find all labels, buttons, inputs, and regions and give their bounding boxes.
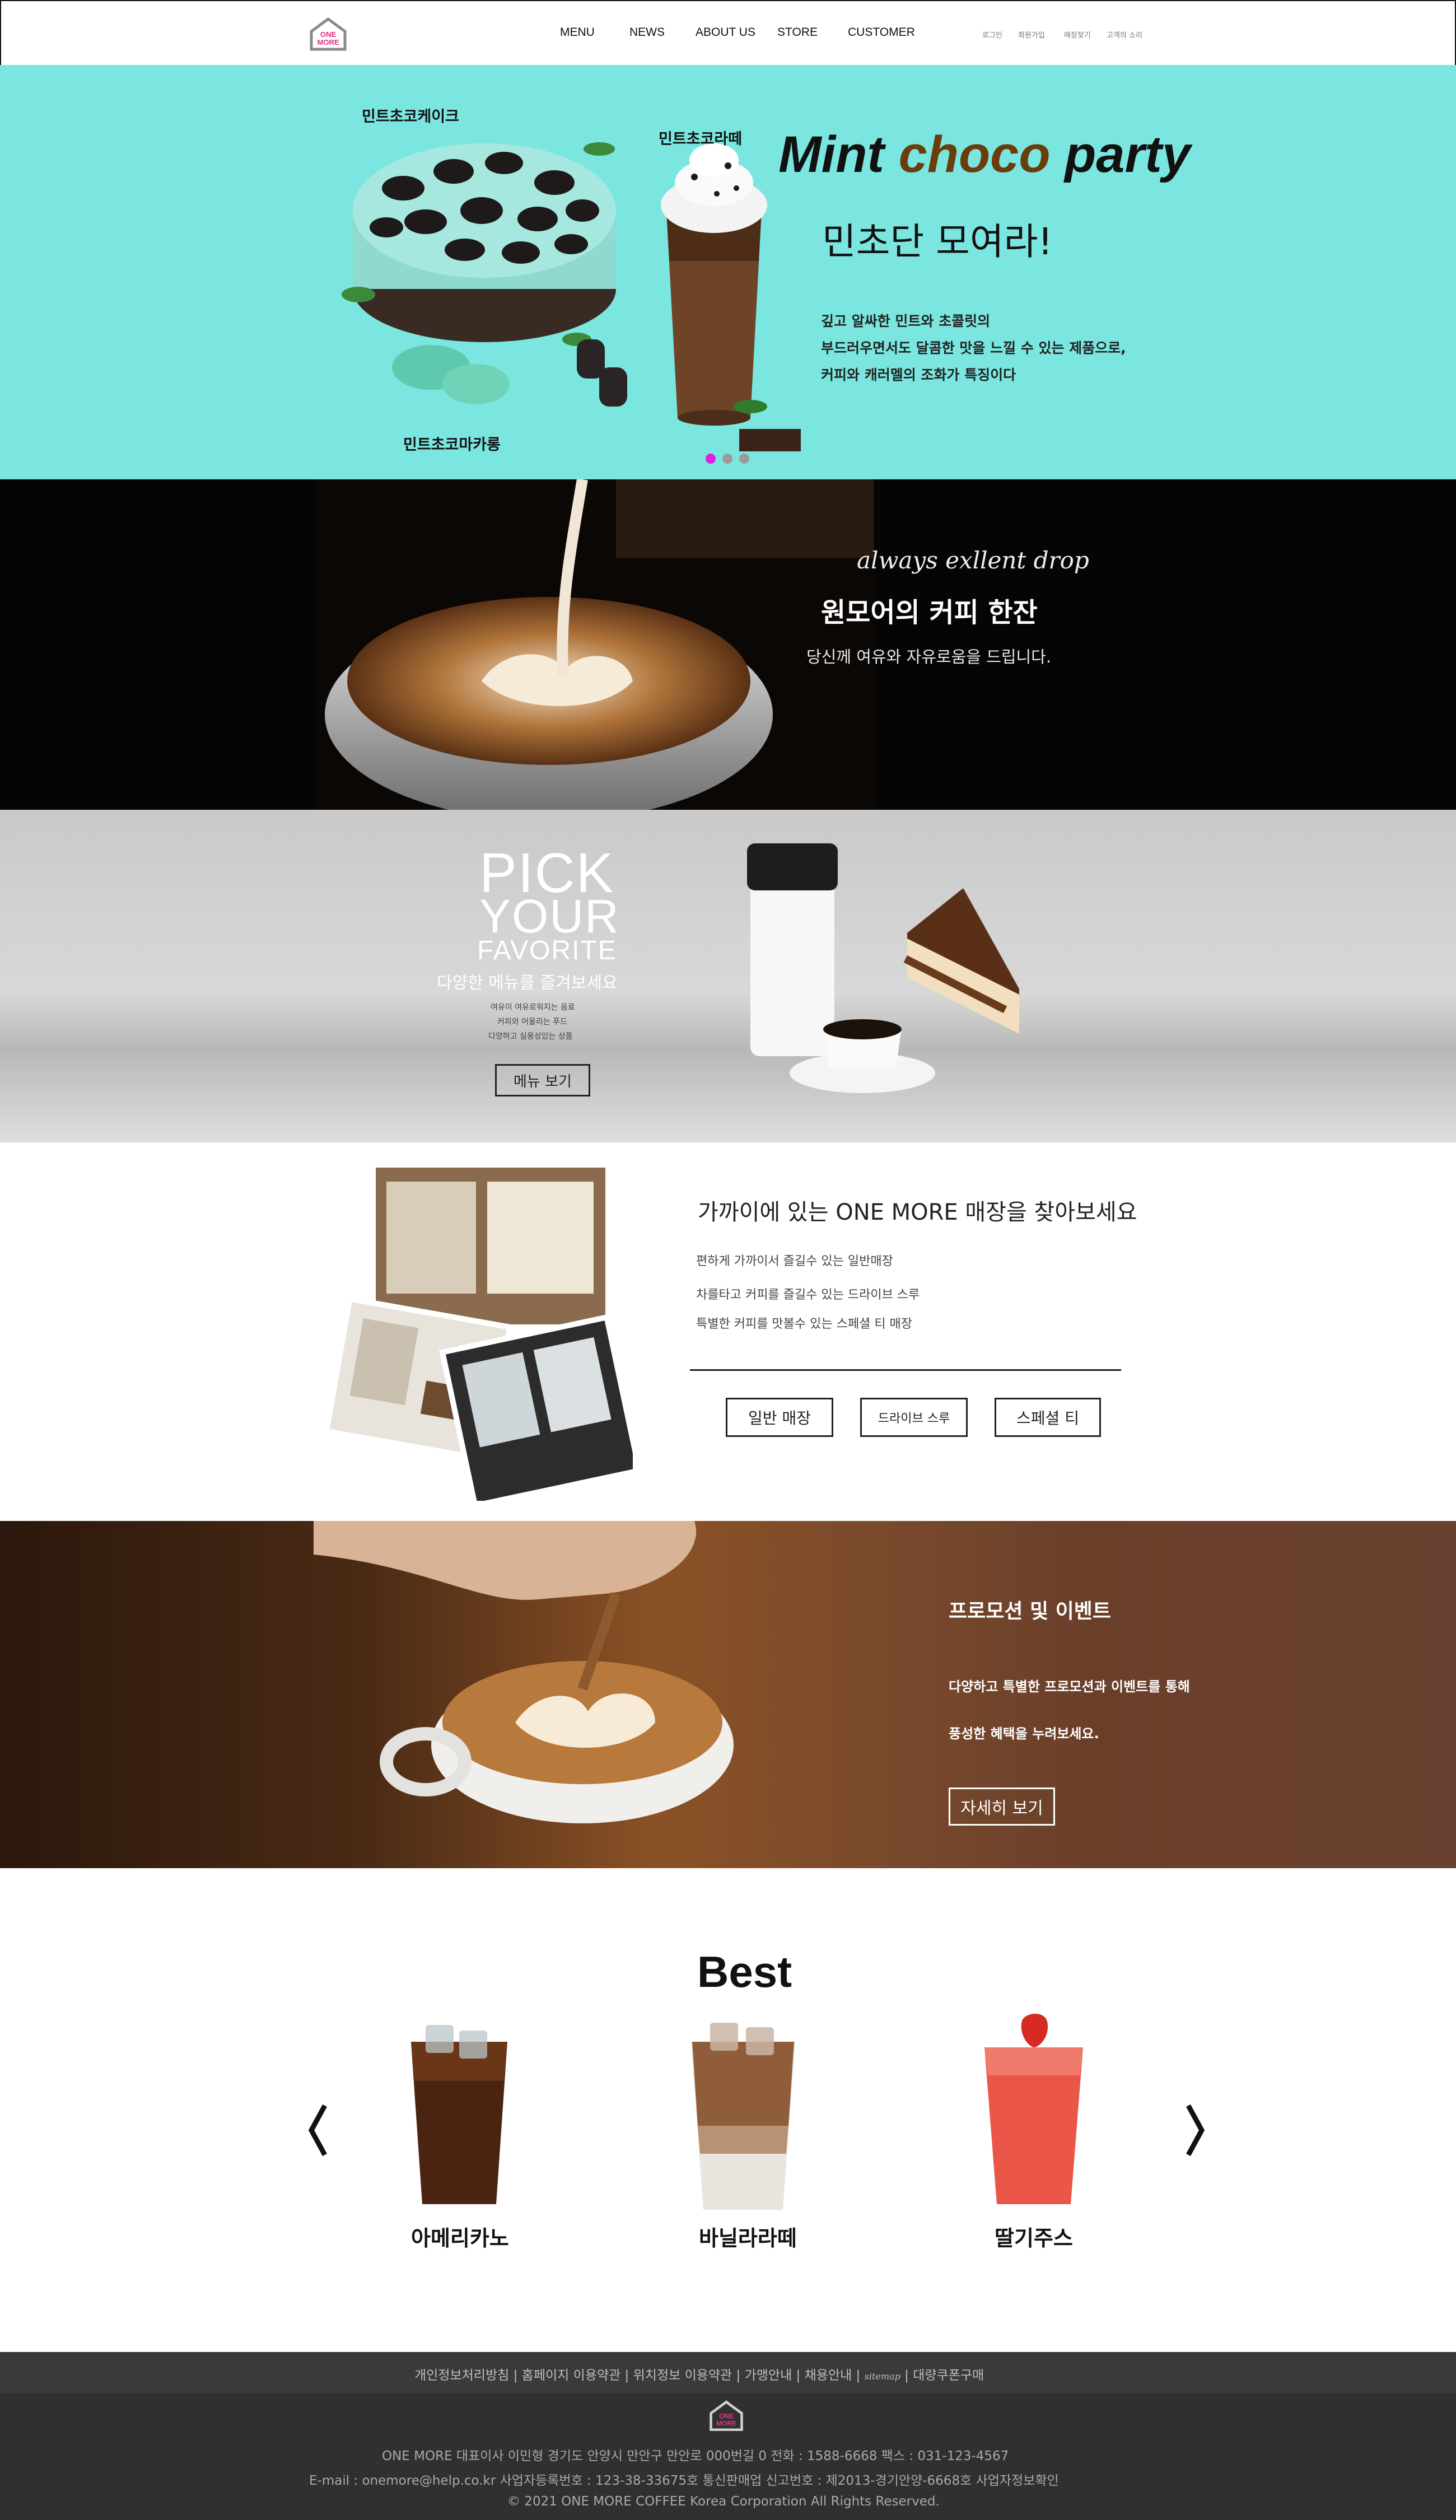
slide-dot-1[interactable] bbox=[706, 454, 716, 464]
pick-small-line-2: 커피와 어울리는 푸드 bbox=[497, 1018, 567, 1026]
pick-favorite-section: PICK YOUR FAVORITE 다양한 메뉴를 즐겨보세요 여유이 여유로… bbox=[0, 810, 1456, 1142]
americano-image[interactable] bbox=[403, 2019, 515, 2210]
promotion-text-line-2: 풍성한 혜택을 누려보세요. bbox=[949, 1726, 1099, 1742]
util-customer-voice[interactable]: 고객의 소리 bbox=[1107, 29, 1142, 40]
slide-dot-2[interactable] bbox=[722, 454, 732, 464]
footer-link-sitemap[interactable]: sitemap bbox=[865, 2371, 900, 2382]
label-mint-choco-cake: 민트초코케이크 bbox=[362, 108, 459, 125]
best-item-americano[interactable]: 아메리카노 bbox=[411, 2221, 509, 2252]
vanilla-latte-image[interactable] bbox=[684, 2019, 802, 2215]
nav-news[interactable]: NEWS bbox=[629, 26, 665, 39]
latte-art-image bbox=[314, 1521, 734, 1823]
pick-small-line-3: 다양하고 실용성있는 상품 bbox=[488, 1032, 573, 1041]
store-title: 가까이에 있는 ONE MORE 매장을 찾아보세요 bbox=[698, 1200, 1137, 1225]
hero-title-word-choco: choco bbox=[898, 126, 1051, 183]
promotion-title: 프로모션 및 이벤트 bbox=[949, 1600, 1112, 1623]
hero-text-line-2: 부드러우면서도 달콤한 맛을 느낄 수 있는 제품으로, bbox=[821, 340, 1126, 356]
label-mint-choco-macaron: 민트초코마카롱 bbox=[403, 436, 501, 454]
coffee-banner-script: always exllent drop bbox=[857, 547, 1089, 574]
util-login[interactable]: 로그인 bbox=[982, 29, 1002, 40]
store-line-general: 편하게 가까이서 즐길수 있는 일반매장 bbox=[696, 1254, 893, 1268]
footer-link-careers[interactable]: 채용안내 bbox=[805, 2368, 852, 2383]
chevron-right-icon[interactable] bbox=[1184, 2102, 1206, 2158]
best-item-vanilla-latte[interactable]: 바닐라라떼 bbox=[699, 2221, 797, 2252]
coffee-banner-title: 원모어의 커피 한잔 bbox=[821, 597, 1038, 628]
footer-logo-text-top: ONE bbox=[719, 2412, 734, 2420]
best-item-strawberry-juice[interactable]: 딸기주스 bbox=[995, 2221, 1073, 2252]
footer-link-privacy[interactable]: 개인정보처리방침 bbox=[414, 2368, 509, 2383]
drive-thru-button[interactable]: 드라이브 스루 bbox=[860, 1398, 968, 1437]
footer-copyright: © 2021 ONE MORE COFFEE Korea Corporation… bbox=[507, 2494, 940, 2509]
best-title: Best bbox=[697, 1947, 792, 1996]
footer-logo[interactable]: ONE MORE bbox=[708, 2399, 745, 2433]
hero-title-word-mint: Mint bbox=[778, 126, 885, 183]
tumbler-coffee-cake-image bbox=[747, 843, 1019, 1093]
store-photos-collage bbox=[323, 1165, 633, 1501]
footer-main: ONE MORE ONE MORE 대표이사 이민형 경기도 안양시 만안구 만… bbox=[0, 2393, 1456, 2520]
footer-links-bar: 개인정보처리방침 | 홈페이지 이용약관 | 위치정보 이용약관 | 가맹안내 … bbox=[0, 2352, 1456, 2393]
hero-title-word-party: party bbox=[1065, 126, 1191, 183]
util-store-finder[interactable]: 매장찾기 bbox=[1064, 29, 1091, 40]
menu-view-button[interactable]: 메뉴 보기 bbox=[495, 1064, 590, 1096]
footer-link-location-terms[interactable]: 위치정보 이용약관 bbox=[633, 2368, 732, 2383]
hero-text-line-3: 커피와 캐러멜의 조화가 특징이다 bbox=[821, 367, 1016, 383]
latte-pour-image bbox=[314, 479, 874, 810]
logo-text-top: ONE bbox=[320, 30, 337, 39]
footer-link-terms[interactable]: 홈페이지 이용약관 bbox=[522, 2368, 621, 2383]
hero-subtitle: 민초단 모여라! bbox=[822, 220, 1053, 263]
promotion-text-line-1: 다양하고 특별한 프로모션과 이벤트를 통해 bbox=[949, 1679, 1190, 1695]
mint-choco-products-image bbox=[342, 142, 801, 451]
promotion-banner: 프로모션 및 이벤트 다양하고 특별한 프로모션과 이벤트를 통해 풍성한 혜택… bbox=[0, 1521, 1456, 1868]
hero-title: Mint choco party bbox=[778, 125, 1191, 184]
label-mint-choco-latte: 민트초코라떼 bbox=[659, 130, 743, 148]
general-store-button[interactable]: 일반 매장 bbox=[726, 1398, 833, 1437]
promotion-detail-button[interactable]: 자세히 보기 bbox=[949, 1788, 1055, 1826]
footer-logo-text-bottom: MORE bbox=[716, 2419, 736, 2427]
best-section: Best 아메리카노 바닐라라떼 딸기주스 bbox=[0, 1868, 1456, 2352]
nav-customer[interactable]: CUSTOMER bbox=[848, 26, 915, 39]
strawberry-juice-image[interactable] bbox=[978, 2014, 1090, 2210]
pick-description: 다양한 메뉴를 즐겨보세요 bbox=[437, 973, 618, 993]
pick-small-line-1: 여유이 여유로워지는 음료 bbox=[491, 1003, 575, 1012]
one-more-logo[interactable]: ONE MORE bbox=[308, 17, 348, 52]
footer-company-info: ONE MORE 대표이사 이민형 경기도 안양시 만안구 만안로 000번길 … bbox=[382, 2449, 1009, 2463]
hero-slider: 민트초코케이크 민트초코라떼 민트초코마카롱 Mint choco party … bbox=[0, 65, 1456, 479]
nav-about-us[interactable]: ABOUT US bbox=[696, 26, 755, 39]
store-divider bbox=[690, 1369, 1121, 1371]
store-line-special-tea: 특별한 커피를 맛볼수 있는 스페셜 티 매장 bbox=[696, 1317, 913, 1331]
coffee-banner: always exllent drop 원모어의 커피 한잔 당신께 여유와 자… bbox=[0, 479, 1456, 810]
site-header: ONE MORE MENU NEWS ABOUT US STORE CUSTOM… bbox=[0, 0, 1456, 66]
pick-word-favorite: FAVORITE bbox=[477, 936, 617, 965]
store-line-drive-thru: 차를타고 커피를 즐길수 있는 드라이브 스루 bbox=[696, 1288, 920, 1302]
footer-contact-info: E-mail : onemore@help.co.kr 사업자등록번호 : 12… bbox=[309, 2474, 1059, 2488]
footer-links: 개인정보처리방침 | 홈페이지 이용약관 | 위치정보 이용약관 | 가맹안내 … bbox=[414, 2368, 984, 2383]
coffee-banner-text: 당신께 여유와 자유로움을 드립니다. bbox=[806, 647, 1052, 666]
store-section: 가까이에 있는 ONE MORE 매장을 찾아보세요 편하게 가까이서 즐길수 … bbox=[0, 1142, 1456, 1521]
footer-link-franchise[interactable]: 가맹안내 bbox=[745, 2368, 792, 2383]
chevron-left-icon[interactable] bbox=[307, 2102, 329, 2158]
slide-dot-3[interactable] bbox=[739, 454, 749, 464]
special-tea-button[interactable]: 스페셜 티 bbox=[995, 1398, 1101, 1437]
util-signup[interactable]: 회원가입 bbox=[1018, 29, 1045, 40]
footer-link-bulk-coupon[interactable]: 대량쿠폰구매 bbox=[913, 2368, 984, 2383]
logo-text-bottom: MORE bbox=[318, 38, 339, 46]
hero-text-line-1: 깊고 알싸한 민트와 초콜릿의 bbox=[821, 313, 991, 329]
nav-store[interactable]: STORE bbox=[777, 26, 818, 39]
nav-menu[interactable]: MENU bbox=[560, 26, 595, 39]
